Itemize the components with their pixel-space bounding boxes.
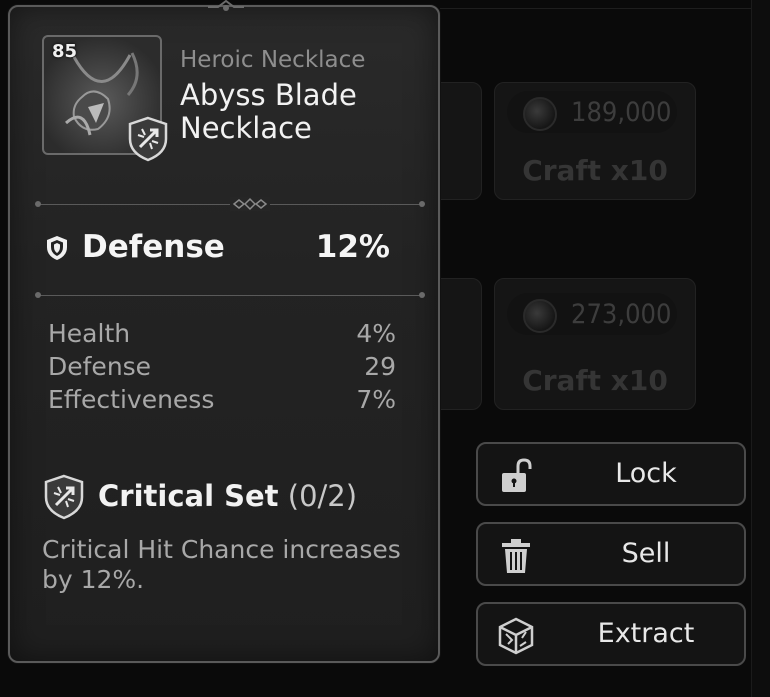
substat-row: Health 4% (48, 319, 396, 352)
item-rarity: Heroic Necklace (180, 47, 366, 73)
substat-value: 7% (356, 385, 396, 414)
background-top-bar (440, 0, 770, 9)
lock-button-label: Lock (615, 458, 677, 489)
ornament-icon (230, 197, 270, 211)
substat-list: Health 4% Defense 29 Effectiveness 7% (48, 319, 396, 418)
item-level: 85 (52, 41, 78, 62)
divider (35, 292, 425, 298)
set-name: Critical Set (98, 479, 279, 513)
extract-button-label: Extract (597, 618, 695, 649)
background-craft-card: 189,000 Craft x10 (494, 82, 696, 200)
background-craft-cost: 189,000 (507, 91, 677, 133)
substat-value: 4% (356, 319, 396, 348)
ornament-icon (208, 0, 244, 11)
broken-cube-icon (498, 617, 534, 655)
extract-button[interactable]: Extract (476, 602, 746, 666)
lock-button[interactable]: Lock (476, 442, 746, 506)
background-craft-label: Craft x10 (522, 364, 668, 397)
substat-name: Health (48, 319, 131, 348)
substat-name: Effectiveness (48, 385, 215, 414)
coin-icon (523, 97, 557, 131)
main-stat-value: 12% (315, 229, 390, 265)
critical-set-icon (44, 474, 84, 520)
set-progress: (0/2) (287, 479, 358, 513)
background-right-edge (751, 0, 770, 697)
substat-name: Defense (48, 352, 152, 381)
background-craft-cost: 273,000 (507, 293, 677, 335)
sell-button-label: Sell (621, 538, 671, 569)
shield-icon (47, 236, 67, 260)
substat-value: 29 (364, 352, 396, 381)
main-stat-name: Defense (82, 229, 225, 265)
substat-row: Effectiveness 7% (48, 385, 396, 418)
unlocked-padlock-icon (502, 458, 532, 492)
background-craft-card: 273,000 Craft x10 (494, 278, 696, 410)
critical-set-icon (128, 116, 168, 162)
item-name: Abyss Blade Necklace (180, 78, 357, 145)
trash-can-icon (502, 539, 530, 573)
coin-icon (523, 299, 557, 333)
background-craft-amount: 273,000 (571, 299, 672, 330)
background-craft-amount: 189,000 (571, 97, 672, 128)
sell-button[interactable]: Sell (476, 522, 746, 586)
set-description: Critical Hit Chance increases by 12%. (42, 535, 401, 594)
substat-row: Defense 29 (48, 352, 396, 385)
item-tooltip: 85 Heroic Necklace Abyss Blade Necklace … (8, 0, 440, 663)
divider (35, 197, 425, 211)
background-craft-label: Craft x10 (522, 154, 668, 187)
set-title: Critical Set (0/2) (98, 479, 357, 513)
